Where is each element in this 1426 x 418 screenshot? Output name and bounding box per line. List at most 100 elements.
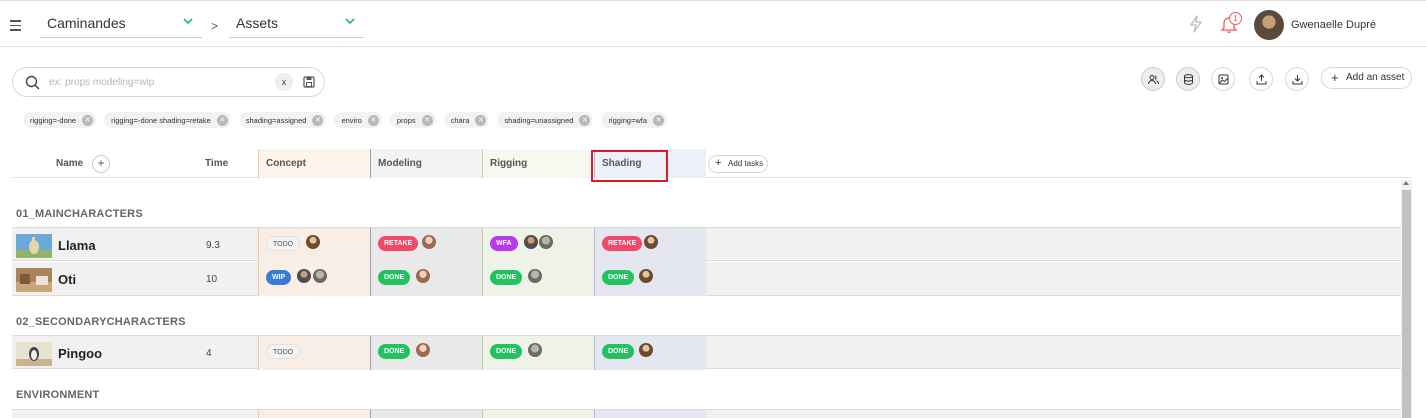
column-header-time[interactable]: Time [205,149,228,178]
task-cell-modeling[interactable]: RETAKE [370,228,482,262]
column-header-name[interactable]: Name [56,149,83,178]
table-row[interactable]: Oti 10 WIP DONE DONE DONE [12,262,1401,296]
production-select[interactable]: Caminandes [40,10,202,38]
save-icon[interactable] [302,75,316,89]
task-cell-concept[interactable]: TODO [258,336,370,370]
filter-chip[interactable]: chara ✕ [443,112,490,128]
status-badge[interactable]: RETAKE [378,236,419,251]
scrollbar-thumb[interactable] [1402,190,1411,418]
avatar [639,269,653,283]
filter-chip[interactable]: props ✕ [389,112,436,128]
chevron-down-icon [345,18,355,25]
add-asset-button[interactable]: + Add an asset [1321,67,1412,89]
remove-filter-icon[interactable]: ✕ [579,114,591,126]
search-input[interactable] [49,73,269,91]
filter-chip-label: rigging=-done shading=retake [111,115,211,125]
remove-filter-icon[interactable]: ✕ [82,114,94,126]
download-icon [1292,75,1303,85]
clear-search-button[interactable]: x [275,73,293,91]
status-badge[interactable]: TODO [266,344,301,359]
task-cell-concept[interactable]: TODO [258,228,370,262]
table-row[interactable]: Llama 9.3 TODO RETAKE WFA RETAKE [12,227,1401,262]
status-badge[interactable]: WIP [266,270,292,285]
database-icon [1184,74,1193,85]
filter-chip[interactable]: rigging=wfa ✕ [601,112,668,128]
database-button[interactable] [1176,67,1200,91]
status-badge[interactable]: DONE [602,344,635,359]
people-button[interactable] [1141,67,1165,91]
status-badge[interactable]: DONE [490,344,523,359]
avatar [539,235,553,249]
task-cell-rigging[interactable] [482,410,594,418]
search-bar: x [12,67,325,97]
task-cell-rigging[interactable]: DONE [482,262,594,296]
top-bar: Caminandes > Assets 1 Gwenaelle Dupré [0,0,1426,47]
image-icon [1218,74,1229,85]
asset-thumbnail[interactable] [16,234,52,258]
asset-thumbnail[interactable] [16,268,52,292]
user-name[interactable]: Gwenaelle Dupré [1291,19,1376,31]
download-button[interactable] [1285,67,1309,91]
table-row[interactable]: Pingoo 4 TODO DONE DONE DONE [12,335,1401,370]
avatar [416,269,430,283]
table-row[interactable] [12,409,1401,418]
section-select-value: Assets [236,15,279,31]
filter-chip[interactable]: rigging=-done ✕ [23,112,97,128]
column-header-concept[interactable]: Concept [258,149,370,178]
add-tasks-button[interactable]: + Add tasks [708,155,768,173]
filter-chip[interactable]: enviro ✕ [334,112,382,128]
task-cell-rigging[interactable]: WFA [482,228,594,262]
asset-name[interactable]: Oti [58,272,76,287]
task-cell-shading[interactable]: RETAKE [594,228,706,262]
remove-filter-icon[interactable]: ✕ [653,114,665,126]
task-cell-concept[interactable]: WIP [258,262,370,296]
avatar[interactable] [1254,10,1284,40]
status-badge[interactable]: WFA [490,236,518,251]
shading-column-highlight [591,150,668,182]
upload-button[interactable] [1249,67,1273,91]
column-header-modeling[interactable]: Modeling [370,149,482,178]
filter-chip-label: shading=assigned [245,115,307,125]
task-cell-rigging[interactable]: DONE [482,336,594,370]
column-header-rigging[interactable]: Rigging [482,149,594,178]
chevron-down-icon [183,18,193,25]
asset-name[interactable]: Llama [58,238,96,253]
remove-filter-icon[interactable]: ✕ [421,114,433,126]
remove-filter-icon[interactable]: ✕ [367,114,379,126]
section-select[interactable]: Assets [229,10,364,38]
avatar [639,343,653,357]
group-title: 01_MAINCHARACTERS [16,208,143,220]
task-cell-modeling[interactable]: DONE [370,336,482,370]
add-column-button[interactable]: + [92,155,110,173]
scroll-up-icon[interactable] [1403,181,1409,185]
asset-thumbnail[interactable] [16,342,52,366]
lightning-icon[interactable] [1185,13,1207,35]
group-title: 02_SECONDARYCHARACTERS [16,316,186,328]
task-cell-shading[interactable]: DONE [594,262,706,296]
status-badge[interactable]: DONE [490,270,523,285]
task-cell-shading[interactable]: DONE [594,336,706,370]
asset-time: 9.3 [206,240,220,251]
status-badge[interactable]: DONE [378,270,411,285]
remove-filter-icon[interactable]: ✕ [312,114,324,126]
filter-chip[interactable]: rigging=-done shading=retake ✕ [104,112,231,128]
avatar [644,235,658,249]
menu-icon[interactable] [10,20,21,31]
image-button[interactable] [1211,67,1235,91]
remove-filter-icon[interactable]: ✕ [475,114,487,126]
task-cell-concept[interactable] [258,410,370,418]
status-badge[interactable]: TODO [266,236,301,251]
status-badge[interactable]: RETAKE [602,236,643,251]
production-select-value: Caminandes [47,15,126,31]
asset-time: 10 [206,274,218,285]
filter-chip[interactable]: shading=assigned ✕ [238,112,327,128]
task-cell-modeling[interactable]: DONE [370,262,482,296]
asset-name[interactable]: Pingoo [58,346,102,361]
status-badge[interactable]: DONE [602,270,635,285]
status-badge[interactable]: DONE [378,344,411,359]
filter-chip[interactable]: shading=unassigned ✕ [497,112,594,128]
task-cell-modeling[interactable] [370,410,482,418]
task-cell-shading[interactable] [594,410,706,418]
filter-chip-label: props [396,115,416,125]
remove-filter-icon[interactable]: ✕ [216,114,228,126]
